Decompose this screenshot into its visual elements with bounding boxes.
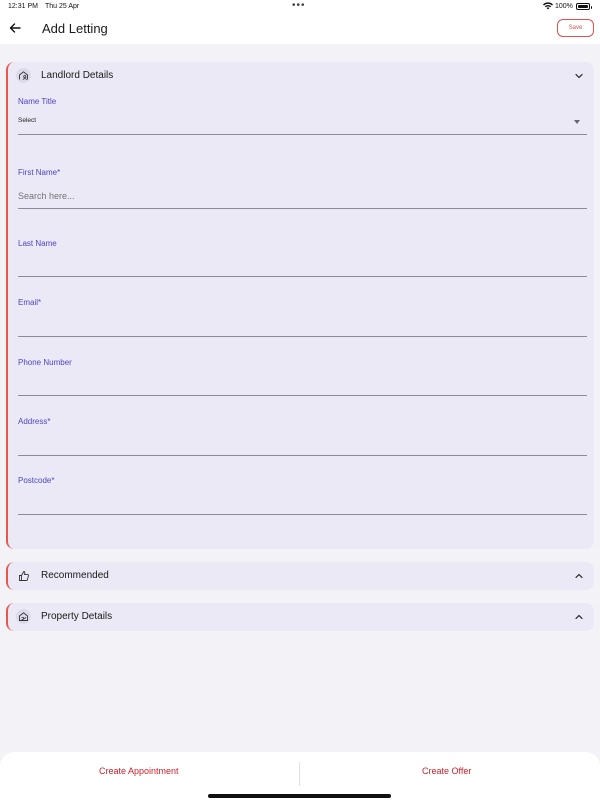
postcode-underline [18,514,587,515]
wifi-icon [543,2,553,10]
postcode-label: Postcode* [18,476,55,485]
address-field[interactable] [18,433,587,455]
bottom-action-bar: Create Appointment Create Offer [0,752,600,800]
thumbs-up-icon [16,568,31,583]
app-header: Add Letting Save [0,14,600,44]
email-label: Email* [18,298,42,307]
first-name-label: First Name* [18,168,61,177]
last-name-field[interactable] [18,254,587,276]
name-title-value: Select [18,117,37,124]
phone-number-field[interactable] [18,373,587,395]
name-title-select[interactable]: Select [18,110,587,134]
battery-icon [576,3,592,10]
chevron-down-icon[interactable] [574,71,584,81]
name-title-label: Name Title [18,97,57,106]
property-details-title: Property Details [41,611,113,622]
chevron-up-icon[interactable] [574,612,584,622]
last-name-underline [18,276,587,277]
status-bar: 12:31 PM Thu 25 Apr ••• 100% [0,0,600,14]
page-title: Add Letting [42,21,108,36]
create-appointment-button[interactable]: Create Appointment [99,766,179,776]
address-label: Address* [18,417,51,426]
landlord-details-title: Landlord Details [41,70,114,81]
email-field[interactable] [18,314,587,336]
address-underline [18,455,587,456]
landlord-icon [16,68,31,83]
battery-percent: 100% [555,3,573,10]
first-name-underline [18,208,587,209]
save-button[interactable]: Save [557,19,594,37]
recommended-card[interactable]: Recommended [6,562,594,590]
phone-number-label: Phone Number [18,358,72,367]
phone-number-underline [18,395,587,396]
status-date: Thu 25 Apr [45,3,80,10]
back-arrow-icon[interactable] [8,21,22,35]
landlord-details-header[interactable]: Landlord Details [8,62,594,90]
recommended-title: Recommended [41,570,109,581]
dropdown-arrow-icon[interactable] [574,120,580,124]
chevron-up-icon[interactable] [574,571,584,581]
home-indicator[interactable] [208,794,391,798]
postcode-field[interactable] [18,492,587,514]
email-underline [18,336,587,337]
status-time: 12:31 PM [8,3,38,10]
property-icon [16,609,31,624]
divider [299,762,300,786]
multitask-dots-icon[interactable]: ••• [292,0,306,11]
property-details-card[interactable]: Property Details [6,603,594,631]
name-title-underline [18,134,587,135]
first-name-field[interactable] [18,184,587,208]
landlord-details-card: Landlord Details Name Title Select First… [6,62,594,549]
create-offer-button[interactable]: Create Offer [422,766,471,776]
last-name-label: Last Name [18,239,57,248]
